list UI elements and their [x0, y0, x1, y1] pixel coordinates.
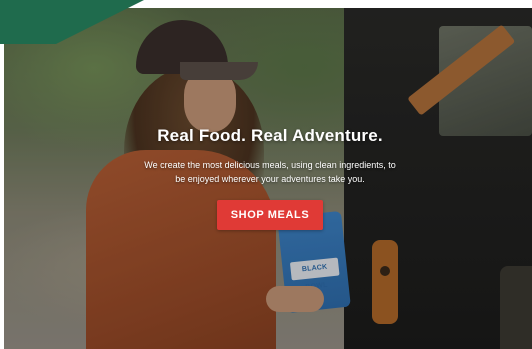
shop-meals-button[interactable]: SHOP MEALS [216, 200, 324, 230]
page: BLACK BOWL Real Food. Real Adventure. We… [0, 0, 532, 349]
brand-corner-badge [0, 0, 56, 44]
hero-headline: Real Food. Real Adventure. [157, 126, 383, 145]
hero-banner: BLACK BOWL Real Food. Real Adventure. We… [4, 8, 532, 349]
hero-subtext: We create the most delicious meals, usin… [144, 160, 396, 184]
hero-content: Real Food. Real Adventure. We create the… [134, 126, 406, 230]
brand-corner-badge-edge [56, 0, 144, 44]
